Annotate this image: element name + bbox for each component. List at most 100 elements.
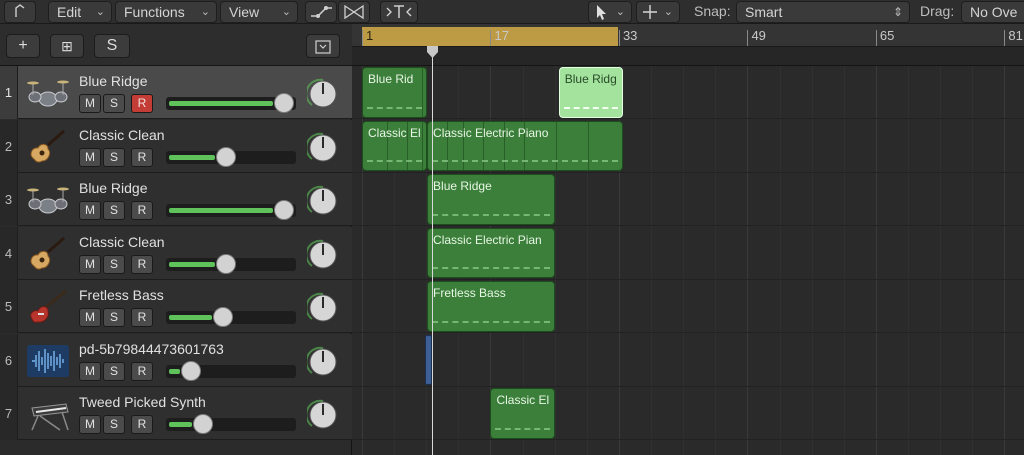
region-notes xyxy=(432,154,618,162)
region[interactable]: Classic Electric Pian xyxy=(427,227,555,278)
track-header[interactable]: 3 Blue Ridge M S R xyxy=(0,173,352,226)
fader-knob[interactable] xyxy=(274,200,294,220)
track-name[interactable]: Tweed Picked Synth xyxy=(79,394,206,410)
fader-knob[interactable] xyxy=(274,93,294,113)
track-header[interactable]: 6 pd-5b79844473601763 M S R xyxy=(0,333,352,387)
bass-icon[interactable] xyxy=(26,289,70,325)
edit-menu[interactable]: Edit ⌄ xyxy=(48,1,112,23)
bar-ruler[interactable]: 1 17 33 49 65 81 xyxy=(352,24,1024,47)
record-enable-button[interactable]: R xyxy=(131,415,153,434)
catch-playhead-icon[interactable] xyxy=(380,1,418,23)
track-lane[interactable] xyxy=(352,334,1024,387)
solo-button[interactable]: S xyxy=(103,308,125,327)
pan-knob[interactable] xyxy=(307,239,339,271)
volume-fader[interactable] xyxy=(166,146,296,167)
view-menu[interactable]: View ⌄ xyxy=(220,1,298,23)
record-enable-button[interactable]: R xyxy=(131,201,153,220)
volume-fader[interactable] xyxy=(166,360,296,381)
region[interactable]: Classic El xyxy=(362,120,428,171)
playhead[interactable] xyxy=(432,47,433,455)
global-solo-button[interactable]: S xyxy=(94,34,130,58)
fader-knob[interactable] xyxy=(193,414,213,434)
region[interactable]: Classic Electric Piano xyxy=(427,120,623,171)
solo-button[interactable]: S xyxy=(103,201,125,220)
drag-select[interactable]: No Ove xyxy=(961,1,1024,23)
track-name[interactable]: Blue Ridge xyxy=(79,180,148,196)
track-header[interactable]: 4 Classic Clean M S R xyxy=(0,226,352,280)
track-name[interactable]: Blue Ridge xyxy=(79,73,148,89)
record-enable-button[interactable]: R xyxy=(131,361,153,381)
region[interactable]: Blue Ridg xyxy=(558,67,623,118)
mute-button[interactable]: M xyxy=(79,94,101,113)
fader-knob[interactable] xyxy=(213,307,233,327)
record-enable-button[interactable]: R xyxy=(131,147,153,167)
mute-button[interactable]: M xyxy=(79,254,101,274)
solo-button[interactable]: S xyxy=(103,415,125,434)
pan-knob[interactable] xyxy=(307,132,339,164)
back-icon[interactable] xyxy=(4,1,36,23)
mute-button[interactable]: M xyxy=(79,415,101,434)
automation-icon[interactable] xyxy=(305,1,337,23)
duplicate-track-button[interactable]: ⊞ xyxy=(50,34,84,58)
record-enable-button[interactable]: R xyxy=(131,254,153,274)
drums-icon[interactable] xyxy=(26,182,70,218)
guitar-icon[interactable] xyxy=(26,129,70,165)
playhead-handle-icon[interactable] xyxy=(427,46,438,58)
track-name[interactable]: pd-5b79844473601763 xyxy=(79,341,224,357)
mute-button[interactable]: M xyxy=(79,201,101,220)
drums-icon[interactable] xyxy=(26,75,70,111)
record-enable-button[interactable]: R xyxy=(131,308,153,327)
flex-icon[interactable] xyxy=(338,1,370,23)
region[interactable]: Fretless Bass xyxy=(427,281,555,332)
track-name[interactable]: Classic Clean xyxy=(79,234,165,250)
mute-button[interactable]: M xyxy=(79,308,101,327)
solo-button[interactable]: S xyxy=(103,361,125,381)
pan-knob[interactable] xyxy=(307,78,339,110)
track-lane[interactable] xyxy=(352,66,1024,119)
region[interactable]: Blue Rid xyxy=(362,67,428,118)
keyboard-icon[interactable] xyxy=(26,396,70,432)
marquee-tool-menu[interactable]: ⌄ xyxy=(636,1,680,23)
solo-button[interactable]: S xyxy=(103,147,125,167)
region-segment-divider xyxy=(587,121,589,170)
track-header[interactable]: 7 Tweed Picked Synth M S R xyxy=(0,387,352,440)
record-enable-button[interactable]: R xyxy=(131,94,153,113)
pan-knob[interactable] xyxy=(307,185,339,217)
audio-waveform-icon[interactable] xyxy=(26,343,70,379)
volume-fader[interactable] xyxy=(166,307,296,327)
region[interactable]: Classic El xyxy=(490,388,555,439)
volume-fader[interactable] xyxy=(166,93,296,113)
solo-button[interactable]: S xyxy=(103,254,125,274)
secondary-ruler[interactable] xyxy=(352,47,1024,66)
pan-knob[interactable] xyxy=(307,346,339,378)
track-lane[interactable] xyxy=(352,387,1024,440)
region[interactable]: Blue Ridge xyxy=(427,174,555,225)
fader-knob[interactable] xyxy=(181,360,201,381)
track-number: 4 xyxy=(0,226,18,280)
add-track-button[interactable]: + xyxy=(6,34,40,58)
fader-knob[interactable] xyxy=(216,146,236,167)
volume-fader[interactable] xyxy=(166,200,296,220)
mute-button[interactable]: M xyxy=(79,147,101,167)
solo-button[interactable]: S xyxy=(103,94,125,113)
track-header[interactable]: 5 Fretless Bass M S R xyxy=(0,280,352,333)
collapse-panel-button[interactable] xyxy=(306,34,340,58)
volume-fader[interactable] xyxy=(166,253,296,274)
pointer-tool-menu[interactable]: ⌄ xyxy=(588,1,632,23)
ruler-tick xyxy=(875,30,877,46)
guitar-icon[interactable] xyxy=(26,236,70,272)
pan-knob[interactable] xyxy=(307,292,339,324)
track-header[interactable]: 2 Classic Clean M S R xyxy=(0,119,352,173)
track-name[interactable]: Fretless Bass xyxy=(79,287,164,303)
volume-fader[interactable] xyxy=(166,414,296,434)
arrange-area[interactable]: Blue Rid Blue Ridg Classic El Classic Elect… xyxy=(352,66,1024,455)
audio-region[interactable] xyxy=(425,334,432,385)
ruler-tick xyxy=(618,30,620,46)
functions-menu[interactable]: Functions ⌄ xyxy=(115,1,217,23)
fader-knob[interactable] xyxy=(216,253,236,274)
pan-knob[interactable] xyxy=(307,399,339,431)
mute-button[interactable]: M xyxy=(79,361,101,381)
track-header[interactable]: 1 Blue Ridge M S R xyxy=(0,66,352,119)
snap-select[interactable]: Smart ⇕ xyxy=(736,1,910,23)
track-name[interactable]: Classic Clean xyxy=(79,127,165,143)
